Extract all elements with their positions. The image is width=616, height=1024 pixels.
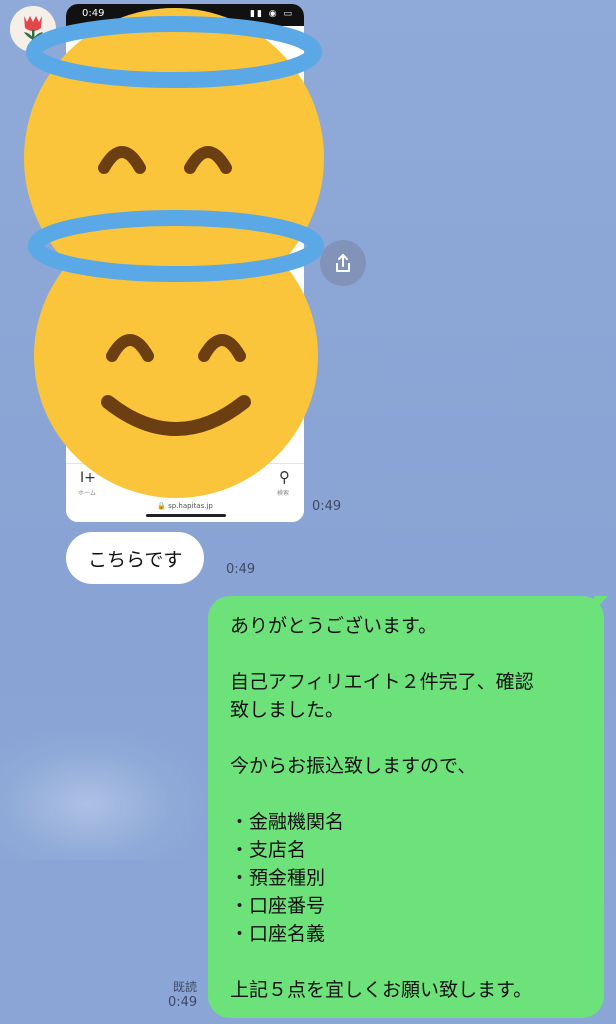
message-line: ・口座名義 [230,923,326,945]
message-line: 上記５点を宜しくお願い致します。 [230,979,533,1001]
message-line: 今からお振込致しますので、 [230,755,477,777]
incoming-message-bubble[interactable]: こちらです [66,532,205,584]
share-button[interactable] [320,240,366,286]
bubble-tail [594,596,608,610]
outgoing-message-time: 0:49 [168,995,198,1010]
message-line: 自己アフィリエイト２件完了、確認 [230,671,534,693]
home-indicator [146,514,226,517]
image-message-time: 0:49 [312,499,342,514]
outgoing-message-bubble[interactable]: ありがとうございます。 自己アフィリエイト２件完了、確認 致しました。 今からお… [208,596,608,1018]
incoming-message-text: こちらです [88,548,183,571]
message-line: ・支店名 [230,839,307,861]
url-text: sp.hapitas.jp [168,502,213,510]
share-icon [336,254,350,272]
smiling-face-with-halo-emoji [28,210,324,498]
read-receipt: 既読 [173,980,198,994]
message-line: ・口座番号 [230,895,326,917]
incoming-message-time: 0:49 [226,562,256,577]
message-line: ありがとうございます。 [230,615,438,637]
url-bar: 🔒 sp.hapitas.jp [157,502,213,510]
message-line: 致しました。 [230,699,345,721]
background-cloud [0,720,220,860]
message-line: ・金融機関名 [230,811,345,833]
message-line: ・預金種別 [230,867,326,889]
